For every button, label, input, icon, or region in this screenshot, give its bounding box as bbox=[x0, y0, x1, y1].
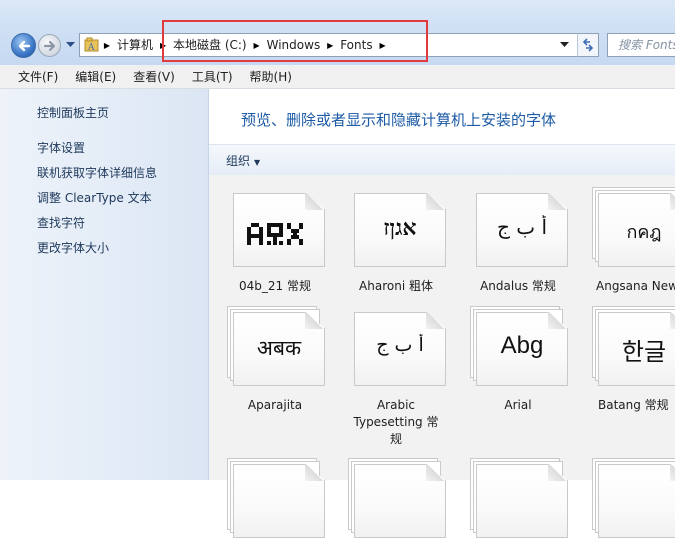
breadcrumb-separator-icon[interactable]: ▶ bbox=[376, 41, 390, 50]
find-character-link[interactable]: 查找字符 bbox=[37, 214, 85, 231]
breadcrumb-windows[interactable]: Windows bbox=[264, 34, 324, 56]
menu-file[interactable]: 文件(F) bbox=[12, 68, 64, 85]
search-input[interactable]: 搜索 Fonts bbox=[607, 33, 675, 57]
breadcrumb-computer[interactable]: 计算机 bbox=[114, 34, 156, 56]
address-toolbar: A ▶ 计算机 ▶ 本地磁盘 (C:) ▶ Windows ▶ Fonts ▶ … bbox=[0, 0, 675, 65]
command-bar: 组织 ▼ bbox=[209, 144, 675, 176]
menu-help[interactable]: 帮助(H) bbox=[244, 68, 298, 85]
refresh-button[interactable] bbox=[577, 33, 599, 57]
font-name[interactable]: Batang 常规 bbox=[598, 397, 675, 414]
breadcrumb-separator-icon[interactable]: ▶ bbox=[250, 41, 264, 50]
font-tile[interactable] bbox=[470, 458, 568, 538]
font-tile-aparajita[interactable]: अबक bbox=[227, 306, 325, 386]
breadcrumb-fonts[interactable]: Fonts bbox=[337, 34, 375, 56]
page-fold-icon bbox=[548, 193, 568, 210]
font-sample-text: Abg bbox=[500, 332, 544, 359]
refresh-icon bbox=[582, 38, 594, 52]
page-fold-icon bbox=[305, 464, 325, 481]
font-name[interactable]: 04b_21 常规 bbox=[220, 278, 330, 295]
font-sample-text: أ ب ج bbox=[376, 334, 424, 356]
back-arrow-icon bbox=[18, 40, 31, 52]
font-sample-text: กคฎ bbox=[626, 222, 662, 243]
page-fold-icon bbox=[426, 464, 446, 481]
font-preview-sheet bbox=[598, 464, 675, 538]
menu-tools[interactable]: 工具(T) bbox=[186, 68, 239, 85]
font-tile-batang[interactable]: 한글 bbox=[592, 306, 675, 386]
breadcrumb-separator-icon[interactable]: ▶ bbox=[323, 41, 337, 50]
font-tile-arabic-typesetting[interactable]: أ ب ج bbox=[348, 306, 446, 386]
menu-edit[interactable]: 编辑(E) bbox=[69, 68, 122, 85]
page-fold-icon bbox=[670, 464, 675, 481]
forward-arrow-icon bbox=[43, 40, 56, 52]
chevron-down-icon: ▼ bbox=[254, 158, 261, 167]
breadcrumb-local-disk[interactable]: 本地磁盘 (C:) bbox=[170, 34, 250, 56]
page-fold-icon bbox=[426, 193, 446, 210]
page-fold-icon bbox=[426, 312, 446, 329]
page-fold-icon bbox=[670, 193, 675, 210]
organize-button[interactable]: 组织 ▼ bbox=[226, 152, 260, 169]
organize-label: 组织 bbox=[226, 154, 251, 168]
page-fold-icon bbox=[548, 312, 568, 329]
task-pane: 控制面板主页 字体设置 联机获取字体详细信息 调整 ClearType 文本 查… bbox=[0, 89, 209, 480]
page-fold-icon bbox=[305, 193, 325, 210]
back-button[interactable] bbox=[11, 33, 36, 58]
font-tile-arial[interactable]: Abg bbox=[470, 306, 568, 386]
font-tile[interactable] bbox=[592, 458, 675, 538]
get-font-info-online-link[interactable]: 联机获取字体详细信息 bbox=[37, 164, 157, 181]
font-tile-angsana-new[interactable]: กคฎ bbox=[592, 187, 675, 267]
font-name[interactable]: Aharoni 粗体 bbox=[341, 278, 451, 295]
breadcrumb-separator-icon[interactable]: ▶ bbox=[156, 41, 170, 50]
font-settings-link[interactable]: 字体设置 bbox=[37, 139, 85, 156]
breadcrumb: ▶ 计算机 ▶ 本地磁盘 (C:) ▶ Windows ▶ Fonts ▶ bbox=[100, 34, 390, 56]
adjust-cleartype-link[interactable]: 调整 ClearType 文本 bbox=[37, 189, 152, 206]
font-tile[interactable] bbox=[227, 458, 325, 538]
font-sample-text: אגןז bbox=[383, 215, 417, 241]
pixel-font-sample-icon bbox=[247, 223, 303, 245]
content-pane: 预览、删除或者显示和隐藏计算机上安装的字体 组织 ▼ 04b_21 常规 אגןז bbox=[209, 89, 675, 538]
folder-icon: A bbox=[84, 37, 99, 53]
forward-button[interactable] bbox=[38, 34, 61, 57]
font-sample-text: أ ب ج bbox=[496, 215, 547, 239]
menu-view[interactable]: 查看(V) bbox=[127, 68, 181, 85]
font-name[interactable]: Arabic Typesetting 常规 bbox=[350, 397, 442, 448]
font-name[interactable]: Arial bbox=[463, 397, 573, 414]
page-fold-icon bbox=[670, 312, 675, 329]
recent-pages-dropdown-icon[interactable] bbox=[66, 42, 75, 48]
change-font-size-link[interactable]: 更改字体大小 bbox=[37, 239, 109, 256]
font-tile[interactable] bbox=[348, 458, 446, 538]
font-sample-text: अबक bbox=[256, 336, 302, 360]
breadcrumb-separator-icon[interactable]: ▶ bbox=[100, 41, 114, 50]
font-name[interactable]: Angsana New bbox=[596, 278, 675, 295]
page-title: 预览、删除或者显示和隐藏计算机上安装的字体 bbox=[241, 111, 557, 129]
font-tile-andalus[interactable]: أ ب ج bbox=[470, 187, 568, 267]
page-fold-icon bbox=[305, 312, 325, 329]
font-grid: 04b_21 常规 אגןז Aharoni 粗体 أ ب ج Andalus … bbox=[209, 175, 675, 538]
font-sample-text: 한글 bbox=[621, 338, 667, 366]
control-panel-home-link[interactable]: 控制面板主页 bbox=[37, 104, 109, 121]
font-name[interactable]: Andalus 常规 bbox=[463, 278, 573, 295]
font-tile-aharoni[interactable]: אגןז bbox=[348, 187, 446, 267]
font-name[interactable]: Aparajita bbox=[220, 397, 330, 414]
address-bar[interactable]: A ▶ 计算机 ▶ 本地磁盘 (C:) ▶ Windows ▶ Fonts ▶ bbox=[79, 33, 598, 57]
svg-text:A: A bbox=[87, 43, 95, 53]
font-tile-04b21[interactable] bbox=[227, 187, 325, 267]
page-fold-icon bbox=[548, 464, 568, 481]
address-dropdown-icon[interactable] bbox=[560, 42, 569, 48]
menu-bar: 文件(F) 编辑(E) 查看(V) 工具(T) 帮助(H) bbox=[0, 65, 675, 89]
